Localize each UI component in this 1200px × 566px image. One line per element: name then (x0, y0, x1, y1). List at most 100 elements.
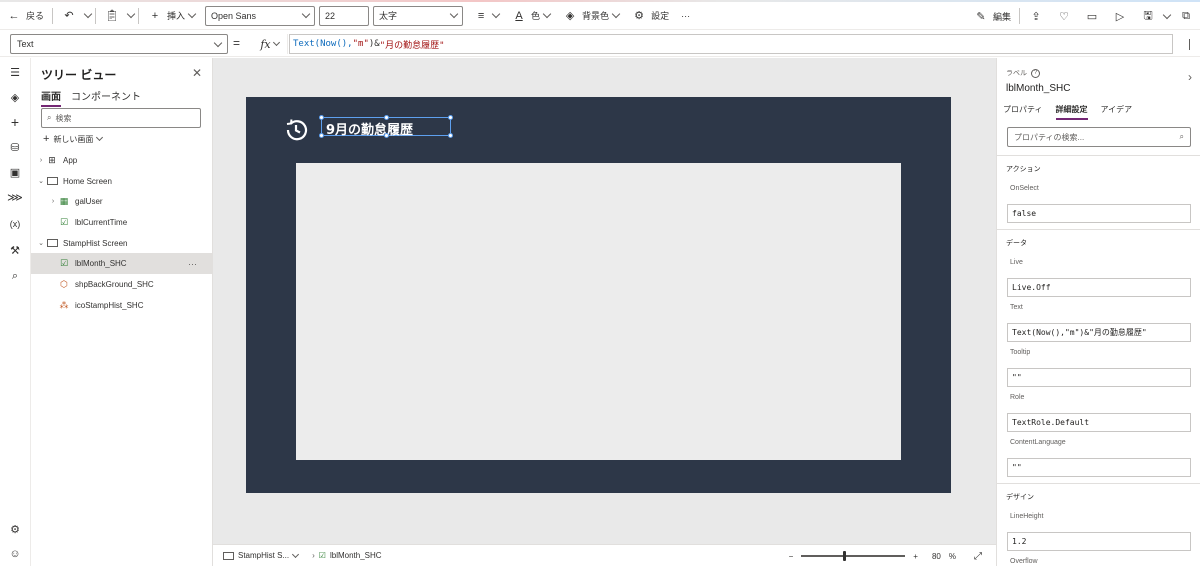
play-icon: ▷ (1115, 10, 1125, 23)
icon-control-icon: ⁂ (59, 299, 69, 310)
left-rail: ☰ ◈ + ⛁ ▣ ⋙ (x) ⚒ ⌕ ⚙ ☺ (0, 58, 31, 566)
tooltip-input[interactable]: "" (1007, 368, 1191, 387)
gear-icon: ⚙ (634, 10, 644, 22)
background-shape[interactable] (296, 163, 901, 460)
search-icon[interactable]: ⌕ (7, 268, 23, 284)
more-button[interactable]: ··· (675, 4, 696, 28)
property-select[interactable]: Text (10, 34, 228, 54)
resize-handle[interactable] (319, 133, 324, 138)
control-name: lblMonth_SHC (1006, 83, 1071, 94)
content-language-input[interactable]: "" (1007, 458, 1191, 477)
settings-button[interactable]: ⚙ 設定 (625, 4, 675, 28)
save-menu-button[interactable] (1162, 4, 1172, 28)
line-height-input[interactable]: 1.2 (1007, 532, 1191, 551)
live-input[interactable]: Live.Off (1007, 278, 1191, 297)
expand-formula-button[interactable] (1189, 39, 1190, 50)
back-button[interactable]: ← 戻る (0, 4, 50, 28)
tools-icon[interactable]: ⚒ (7, 242, 23, 258)
zoom-out-button[interactable]: − (789, 552, 794, 561)
font-family-select[interactable]: Open Sans (205, 5, 316, 26)
flow-icon[interactable]: ⋙ (7, 189, 23, 205)
plus-icon[interactable]: + (7, 114, 23, 130)
tree-item-stamphist-screen[interactable]: ⌄ StampHist Screen (31, 233, 213, 254)
tree-item-lblmonth-shc[interactable]: ☑ lblMonth_SHC ··· (31, 253, 213, 275)
comments-button[interactable]: ▭ (1078, 4, 1106, 28)
screen-icon (46, 238, 58, 248)
fullscreen-icon[interactable]: ⤢ (974, 551, 982, 562)
font-weight-select[interactable]: 太字 (373, 5, 464, 26)
undo-button[interactable]: ↶ (55, 4, 83, 28)
breadcrumb-control[interactable]: ☑ lblMonth_SHC (319, 551, 382, 560)
close-icon[interactable]: ✕ (192, 66, 202, 80)
chevron-right-icon: › (51, 198, 55, 206)
color-button[interactable]: A 色 (505, 4, 556, 28)
app-screen-preview[interactable]: 9月の勤怠履歴 (246, 97, 951, 493)
text-align-icon: ≡ (477, 9, 485, 22)
history-icon[interactable] (282, 116, 310, 144)
zoom-slider-thumb[interactable] (842, 551, 846, 561)
font-size-input[interactable]: 22 (319, 5, 370, 26)
tab-advanced[interactable]: 詳細設定 (1055, 104, 1088, 120)
zoom-controls: − + 80 % ⤢ (789, 545, 982, 566)
resize-handle[interactable] (448, 115, 453, 120)
breadcrumb-screen[interactable]: StampHist S... (223, 550, 300, 560)
chevron-down-icon (126, 9, 136, 19)
tab-properties[interactable]: プロパティ (1003, 104, 1043, 120)
paste-menu-button[interactable] (126, 4, 136, 28)
insert-button[interactable]: + 挿入 (141, 4, 201, 28)
tree-item-icostamphist-shc[interactable]: ⁂ icoStampHist_SHC (31, 295, 213, 316)
property-sections: アクション OnSelect false データ Live Live.Off T… (997, 155, 1200, 566)
text-input[interactable]: Text(Now(),"m")&"月の勤怠履歴" (1007, 323, 1191, 342)
new-screen-button[interactable]: + 新しい画面 (43, 133, 104, 145)
fx-icon: fx (260, 37, 271, 51)
user-icon[interactable]: ☺ (7, 546, 23, 562)
clipboard-icon: 📋︎ (105, 10, 119, 22)
variables-icon[interactable]: (x) (7, 216, 23, 232)
tree-item-home-screen[interactable]: ⌄ Home Screen (31, 171, 213, 192)
tree-item-galuser[interactable]: › ▦ galUser (31, 191, 213, 212)
design-canvas[interactable]: 9月の勤怠履歴 (213, 58, 996, 544)
function-button[interactable]: fx (252, 34, 288, 54)
more-options-button[interactable]: ··· (188, 259, 197, 269)
zoom-in-button[interactable]: + (913, 552, 918, 561)
background-color-button[interactable]: ◈ 背景色 (556, 4, 625, 28)
tree-search-input[interactable]: ⌕ 検索 (41, 108, 201, 128)
tab-ideas[interactable]: アイデア (1101, 104, 1133, 120)
tab-screens[interactable]: 画面 (41, 88, 61, 107)
zoom-slider[interactable] (801, 551, 906, 561)
tree-item-app[interactable]: › ⊞ App (31, 150, 213, 171)
resize-handle[interactable] (319, 115, 324, 120)
publish-button[interactable]: ⧉ (1172, 4, 1200, 28)
preview-button[interactable]: ▷ (1106, 4, 1134, 28)
paste-button[interactable]: 📋︎ (98, 4, 126, 28)
resize-handle[interactable] (448, 133, 453, 138)
onselect-input[interactable]: false (1007, 204, 1191, 223)
tree-item-lblcurrenttime[interactable]: ☑ lblCurrentTime (31, 212, 213, 233)
app-checker-button[interactable]: ♡ (1050, 4, 1078, 28)
database-icon[interactable]: ⛁ (7, 139, 23, 155)
share-button[interactable]: ⇪ (1022, 4, 1050, 28)
label-icon: ☑ (59, 216, 69, 227)
gear-icon[interactable]: ⚙ (7, 521, 23, 537)
role-input[interactable]: TextRole.Default (1007, 413, 1191, 432)
align-button[interactable]: ≡ (467, 4, 505, 28)
hamburger-menu-icon[interactable]: ☰ (7, 64, 23, 80)
chevron-right-icon[interactable]: › (1188, 70, 1192, 84)
layers-icon[interactable]: ◈ (7, 89, 23, 105)
resize-handle[interactable] (384, 115, 389, 120)
tree-item-shpbackground-shc[interactable]: ⬡ shpBackGround_SHC (31, 274, 213, 295)
help-icon[interactable]: ? (1031, 68, 1040, 78)
month-label[interactable]: 9月の勤怠履歴 (319, 115, 453, 138)
edit-button[interactable]: ✎ 編集 (967, 4, 1017, 28)
resize-handle[interactable] (384, 133, 389, 138)
formula-input[interactable]: Text(Now(), "m")& "月の勤怠履歴" (289, 34, 1173, 54)
label-icon: ☑ (59, 258, 69, 269)
app-icon: ⊞ (48, 154, 56, 165)
properties-tabs: プロパティ 詳細設定 アイデア (1003, 104, 1132, 120)
tab-components[interactable]: コンポーネント (71, 88, 141, 107)
chevron-down-icon (449, 9, 459, 19)
undo-menu-button[interactable] (83, 4, 93, 28)
media-icon[interactable]: ▣ (7, 164, 23, 180)
save-button[interactable]: 🖫︎ (1134, 4, 1162, 28)
property-search-input[interactable]: プロパティの検索... ⌕ (1007, 127, 1191, 147)
